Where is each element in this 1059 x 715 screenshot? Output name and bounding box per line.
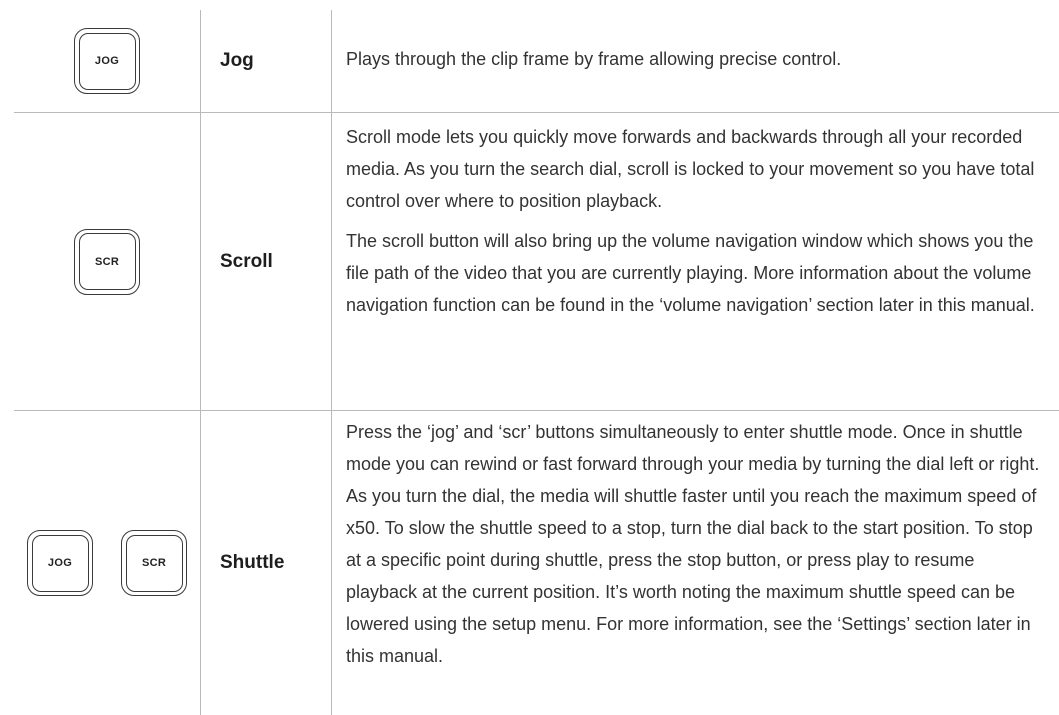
table-row-jog: JOG Jog Plays through the clip frame by … bbox=[14, 10, 1059, 112]
control-description: Press the ‘jog’ and ‘scr’ buttons simult… bbox=[346, 416, 1045, 715]
icon-cell: SCR bbox=[14, 113, 200, 410]
jog-key-icon: JOG bbox=[27, 530, 93, 596]
description-paragraph: The scroll button will also bring up the… bbox=[346, 231, 1035, 315]
key-label: SCR bbox=[78, 233, 136, 290]
description-paragraph: Press the ‘jog’ and ‘scr’ buttons simult… bbox=[346, 422, 1040, 666]
table-row-shuttle: JOG SCR Shuttle Press the ‘jog’ and ‘scr… bbox=[14, 411, 1059, 715]
control-name: Jog bbox=[220, 50, 254, 71]
key-label: JOG bbox=[31, 534, 89, 592]
table-row-scroll: SCR Scroll Scroll mode lets you quickly … bbox=[14, 113, 1059, 410]
controls-table: JOG Jog Plays through the clip frame by … bbox=[14, 10, 1059, 715]
description-paragraph: Scroll mode lets you quickly move forwar… bbox=[346, 127, 1035, 211]
control-description: Scroll mode lets you quickly move forwar… bbox=[346, 121, 1045, 410]
control-name: Shuttle bbox=[220, 552, 285, 573]
key-label: SCR bbox=[125, 534, 183, 592]
key-label: JOG bbox=[78, 32, 136, 90]
scr-key-icon: SCR bbox=[121, 530, 187, 596]
control-description: Plays through the clip frame by frame al… bbox=[346, 43, 1045, 112]
icon-cell: JOG bbox=[14, 10, 200, 112]
icon-cell: JOG SCR bbox=[14, 411, 200, 715]
control-name: Scroll bbox=[220, 250, 273, 272]
jog-key-icon: JOG bbox=[74, 28, 140, 94]
scr-key-icon: SCR bbox=[74, 228, 140, 295]
description-paragraph: Plays through the clip frame by frame al… bbox=[346, 49, 842, 69]
